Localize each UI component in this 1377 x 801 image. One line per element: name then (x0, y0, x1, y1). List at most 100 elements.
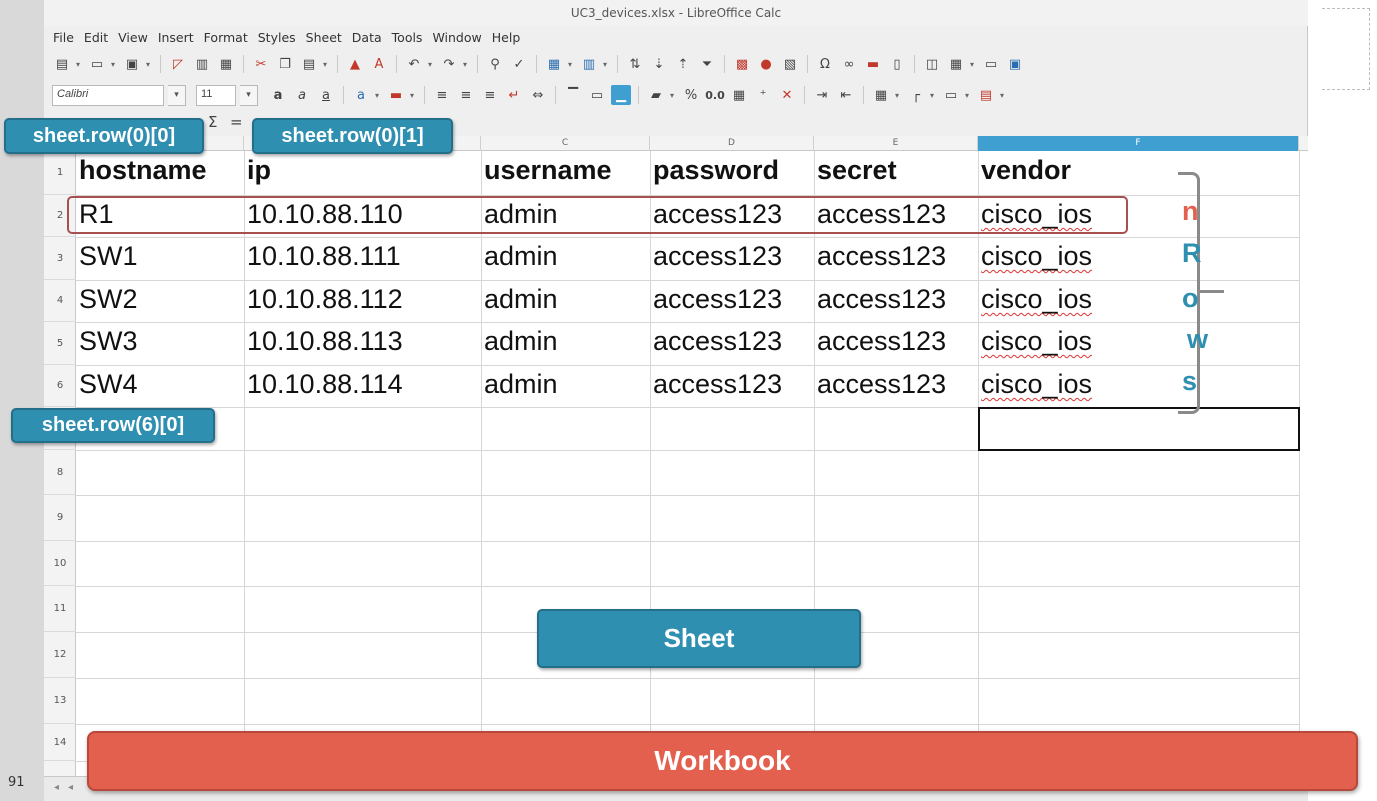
menu-window[interactable]: Window (427, 30, 486, 45)
define-print-area-icon[interactable]: ◫ (922, 54, 942, 74)
image-icon[interactable]: ▩ (732, 54, 752, 74)
column-header-e[interactable]: E (814, 136, 978, 151)
row-header-5[interactable]: 5 (44, 322, 76, 365)
chevron-down-icon[interactable]: ▾ (568, 60, 575, 69)
table-cell[interactable]: admin (484, 369, 558, 400)
header-cell[interactable]: username (484, 155, 612, 186)
print-preview-icon[interactable]: ▦ (216, 54, 236, 74)
find-replace-icon[interactable]: ⚲ (485, 54, 505, 74)
menu-view[interactable]: View (113, 30, 153, 45)
function-icon[interactable]: = (230, 113, 243, 131)
freeze-icon[interactable]: ▦ (946, 54, 966, 74)
autofilter-icon[interactable]: ⏷ (697, 54, 717, 74)
save-icon[interactable]: ▣ (122, 54, 142, 74)
table-cell[interactable]: 10.10.88.114 (247, 369, 403, 400)
table-cell[interactable]: access123 (653, 326, 782, 357)
menu-help[interactable]: Help (487, 30, 526, 45)
align-middle-icon[interactable]: ▭ (587, 85, 607, 105)
menu-format[interactable]: Format (199, 30, 253, 45)
table-cell[interactable]: SW1 (79, 241, 138, 272)
chevron-down-icon[interactable]: ▾ (375, 91, 382, 100)
align-bottom-icon[interactable]: ▁ (611, 85, 631, 105)
table-cell[interactable]: access123 (653, 284, 782, 315)
chevron-down-icon[interactable]: ▾ (146, 60, 153, 69)
header-cell[interactable]: hostname (79, 155, 207, 186)
export-pdf-icon[interactable]: ◸ (168, 54, 188, 74)
row-header-12[interactable]: 12 (44, 632, 76, 678)
table-cell[interactable]: access123 (653, 369, 782, 400)
sort-asc-icon[interactable]: ⇣ (649, 54, 669, 74)
print-icon[interactable]: ▥ (192, 54, 212, 74)
menu-tools[interactable]: Tools (387, 30, 428, 45)
chevron-down-icon[interactable]: ▾ (76, 60, 83, 69)
sum-icon[interactable]: Σ (208, 113, 217, 131)
menu-file[interactable]: File (48, 30, 79, 45)
chevron-down-icon[interactable]: ▾ (895, 91, 902, 100)
add-decimal-icon[interactable]: ⁺ (753, 85, 773, 105)
font-name-box[interactable]: Calibri (52, 84, 164, 106)
chevron-down-icon[interactable]: ▾ (1000, 91, 1007, 100)
decimal-format-icon[interactable]: 0.0 (705, 85, 725, 105)
clear-format-icon[interactable]: A (369, 54, 389, 74)
table-cell[interactable]: access123 (817, 369, 946, 400)
align-left-icon[interactable]: ≡ (432, 85, 452, 105)
table-cell[interactable]: admin (484, 284, 558, 315)
row-header-13[interactable]: 13 (44, 678, 76, 724)
header-cell[interactable]: password (653, 155, 779, 186)
merge-cells-icon[interactable]: ⇔ (528, 85, 548, 105)
table-cell[interactable]: SW4 (79, 369, 138, 400)
header-cell[interactable]: ip (247, 155, 271, 186)
align-top-icon[interactable]: ▔ (563, 85, 583, 105)
menu-edit[interactable]: Edit (79, 30, 113, 45)
active-cell[interactable] (978, 407, 1300, 451)
border-color-icon[interactable]: ▭ (941, 85, 961, 105)
chevron-down-icon[interactable]: ▾ (670, 91, 677, 100)
menu-sheet[interactable]: Sheet (301, 30, 347, 45)
highlight-icon[interactable]: ▬ (386, 85, 406, 105)
table-cell[interactable]: 10.10.88.113 (247, 326, 403, 357)
chevron-down-icon[interactable]: ▾ (603, 60, 610, 69)
cut-icon[interactable]: ✂ (251, 54, 271, 74)
chevron-down-icon[interactable]: ▾ (168, 84, 186, 106)
show-draw-icon[interactable]: ▣ (1005, 54, 1025, 74)
decrease-indent-icon[interactable]: ⇤ (836, 85, 856, 105)
redo-icon[interactable]: ↷ (439, 54, 459, 74)
chevron-down-icon[interactable]: ▾ (970, 60, 977, 69)
clone-format-icon[interactable]: ▲ (345, 54, 365, 74)
table-cell[interactable]: SW3 (79, 326, 138, 357)
hyperlink-icon[interactable]: ∞ (839, 54, 859, 74)
menu-data[interactable]: Data (347, 30, 387, 45)
column-icon[interactable]: ▥ (579, 54, 599, 74)
first-sheet-icon[interactable]: ◂ (54, 782, 59, 793)
table-cell[interactable]: admin (484, 241, 558, 272)
table-cell[interactable]: access123 (817, 326, 946, 357)
menu-styles[interactable]: Styles (253, 30, 301, 45)
previous-sheet-icon[interactable]: ◂ (68, 782, 73, 793)
row-header-3[interactable]: 3 (44, 237, 76, 280)
open-icon[interactable]: ▭ (87, 54, 107, 74)
column-header-d[interactable]: D (650, 136, 814, 151)
paste-icon[interactable]: ▤ (299, 54, 319, 74)
comment-icon[interactable]: ▬ (863, 54, 883, 74)
chevron-down-icon[interactable]: ▾ (463, 60, 470, 69)
align-center-icon[interactable]: ≡ (456, 85, 476, 105)
italic-icon[interactable]: a (292, 85, 312, 105)
chevron-down-icon[interactable]: ▾ (410, 91, 417, 100)
table-cell[interactable]: admin (484, 326, 558, 357)
header-footer-icon[interactable]: ▯ (887, 54, 907, 74)
table-cell[interactable]: access123 (817, 284, 946, 315)
font-color-icon[interactable]: a (351, 85, 371, 105)
pivot-icon[interactable]: ▧ (780, 54, 800, 74)
table-cell[interactable]: cisco_ios (981, 284, 1092, 315)
currency-icon[interactable]: ▰ (646, 85, 666, 105)
delete-decimal-icon[interactable]: ✕ (777, 85, 797, 105)
column-header-c[interactable]: C (481, 136, 650, 151)
chevron-down-icon[interactable]: ▾ (428, 60, 435, 69)
spellcheck-icon[interactable]: ✓ (509, 54, 529, 74)
table-cell[interactable]: SW2 (79, 284, 138, 315)
table-cell[interactable]: 10.10.88.111 (247, 241, 401, 272)
row-header-6[interactable]: 6 (44, 365, 76, 407)
column-header-f[interactable]: F (978, 136, 1299, 151)
percent-icon[interactable]: % (681, 85, 701, 105)
underline-icon[interactable]: a (316, 85, 336, 105)
